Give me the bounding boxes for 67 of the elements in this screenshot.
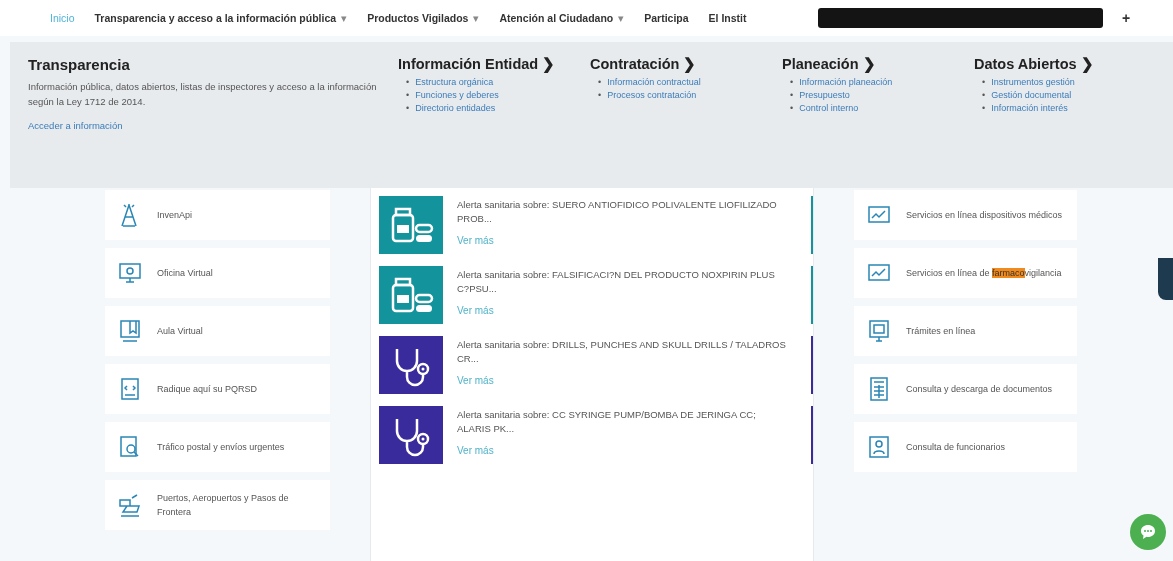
nav-link[interactable]: Transparencia y acceso a la información pública ▾ bbox=[94, 12, 348, 24]
service-label: Tráfico postal y envíos urgentes bbox=[157, 441, 285, 454]
section-heading-link[interactable]: Información Entidad ❯ bbox=[398, 56, 590, 72]
bullet: • bbox=[982, 76, 986, 89]
nav-link[interactable]: El Instit bbox=[708, 12, 747, 24]
bullet: • bbox=[598, 89, 602, 102]
service-label: Puertos, Aeropuertos y Pasos de Frontera bbox=[157, 492, 290, 519]
monitor-icon bbox=[117, 260, 143, 286]
alert-text: Alerta sanitaria sobre: FALSIFICACI?N DEL PRODUCTO NOXPIRIN PLUS C?PSU... bbox=[457, 269, 775, 294]
menu-link[interactable]: Control interno bbox=[799, 102, 859, 115]
menu-link[interactable]: Información interés bbox=[991, 102, 1068, 115]
bullet: • bbox=[982, 89, 986, 102]
service-label: Aula Virtual bbox=[157, 325, 203, 338]
alert-text: Alerta sanitaria sobre: DRILLS, PUNCHES AND SKULL DRILLS / TALADROS CR... bbox=[457, 339, 786, 364]
person-icon bbox=[866, 434, 892, 460]
bullet: • bbox=[598, 76, 602, 89]
add-button[interactable]: + bbox=[1122, 10, 1131, 26]
service-card[interactable]: Trámites en línea bbox=[854, 306, 1077, 356]
access-link[interactable]: Acceder a información bbox=[28, 120, 123, 131]
service-card[interactable]: Oficina Virtual bbox=[105, 248, 330, 298]
service-card[interactable]: Consulta de funcionarios bbox=[854, 422, 1077, 472]
service-label: Servicios en línea dispositivos médicos bbox=[906, 209, 1063, 222]
alert-text: Alerta sanitaria sobre: CC SYRINGE PUMP/BOMBA DE JERINGA CC; ALARIS PK... bbox=[457, 409, 756, 434]
bullet: • bbox=[790, 89, 794, 102]
bullet: • bbox=[406, 102, 410, 115]
side-tab[interactable] bbox=[1158, 258, 1173, 300]
section-heading-link[interactable]: Datos Abiertos ❯ bbox=[974, 56, 1154, 72]
menu-link[interactable]: Estructura orgánica bbox=[415, 76, 494, 89]
bullet: • bbox=[406, 89, 410, 102]
menu-link[interactable]: Directorio entidades bbox=[415, 102, 496, 115]
service-label: Consulta de funcionarios bbox=[906, 441, 1006, 454]
menu-link[interactable]: Funciones y deberes bbox=[415, 89, 499, 102]
classroom-icon bbox=[117, 318, 143, 344]
nav-link[interactable]: Participa bbox=[644, 12, 689, 24]
menu-link[interactable]: Procesos contratación bbox=[607, 89, 697, 102]
chat-icon bbox=[1139, 523, 1157, 541]
service-label: Trámites en línea bbox=[906, 325, 976, 338]
service-label: Oficina Virtual bbox=[157, 267, 213, 280]
bullet: • bbox=[790, 76, 794, 89]
service-card[interactable]: Consulta y descarga de documentos bbox=[854, 364, 1077, 414]
service-card[interactable]: InvenApi bbox=[105, 190, 330, 240]
section-heading-link[interactable]: Planeación ❯ bbox=[782, 56, 974, 72]
nav-link[interactable]: Productos Vigilados ▾ bbox=[367, 12, 480, 24]
service-label: InvenApi bbox=[157, 209, 193, 222]
bullet: • bbox=[406, 76, 410, 89]
screen-icon bbox=[866, 318, 892, 344]
service-card[interactable]: Aula Virtual bbox=[105, 306, 330, 356]
port-icon bbox=[117, 492, 143, 518]
chat-button[interactable] bbox=[1130, 514, 1166, 550]
menu-link[interactable]: Presupuesto bbox=[799, 89, 850, 102]
service-card[interactable]: Tráfico postal y envíos urgentes bbox=[105, 422, 330, 472]
menu-link[interactable]: Gestión documental bbox=[991, 89, 1072, 102]
service-card[interactable]: Radique aquí su PQRSD bbox=[105, 364, 330, 414]
menu-link[interactable]: Información planeación bbox=[799, 76, 893, 89]
section-heading-link[interactable]: Contratación ❯ bbox=[590, 56, 782, 72]
nav-link[interactable]: Atención al Ciudadano ▾ bbox=[499, 12, 625, 24]
service-label: Consulta y descarga de documentos bbox=[906, 383, 1053, 396]
bullet: • bbox=[790, 102, 794, 115]
menu-title: Transparencia bbox=[28, 56, 131, 73]
service-label: Radique aquí su PQRSD bbox=[157, 383, 258, 396]
menu-description: Información pública, datos abiertos, listas de inspectores y acceso a la información según la Ley 1712 de 2014. bbox=[28, 80, 378, 109]
service-card[interactable]: Puertos, Aeropuertos y Pasos de Frontera bbox=[105, 480, 330, 530]
service-card[interactable]: Servicios en línea dispositivos médicos bbox=[854, 190, 1077, 240]
menu-link[interactable]: Información contractual bbox=[607, 76, 701, 89]
menu-link[interactable]: Instrumentos gestión bbox=[991, 76, 1075, 89]
bullet: • bbox=[982, 102, 986, 115]
alert-text: Alerta sanitaria sobre: SUERO ANTIOFIDICO POLIVALENTE LIOFILIZADO PROB... bbox=[457, 199, 777, 224]
